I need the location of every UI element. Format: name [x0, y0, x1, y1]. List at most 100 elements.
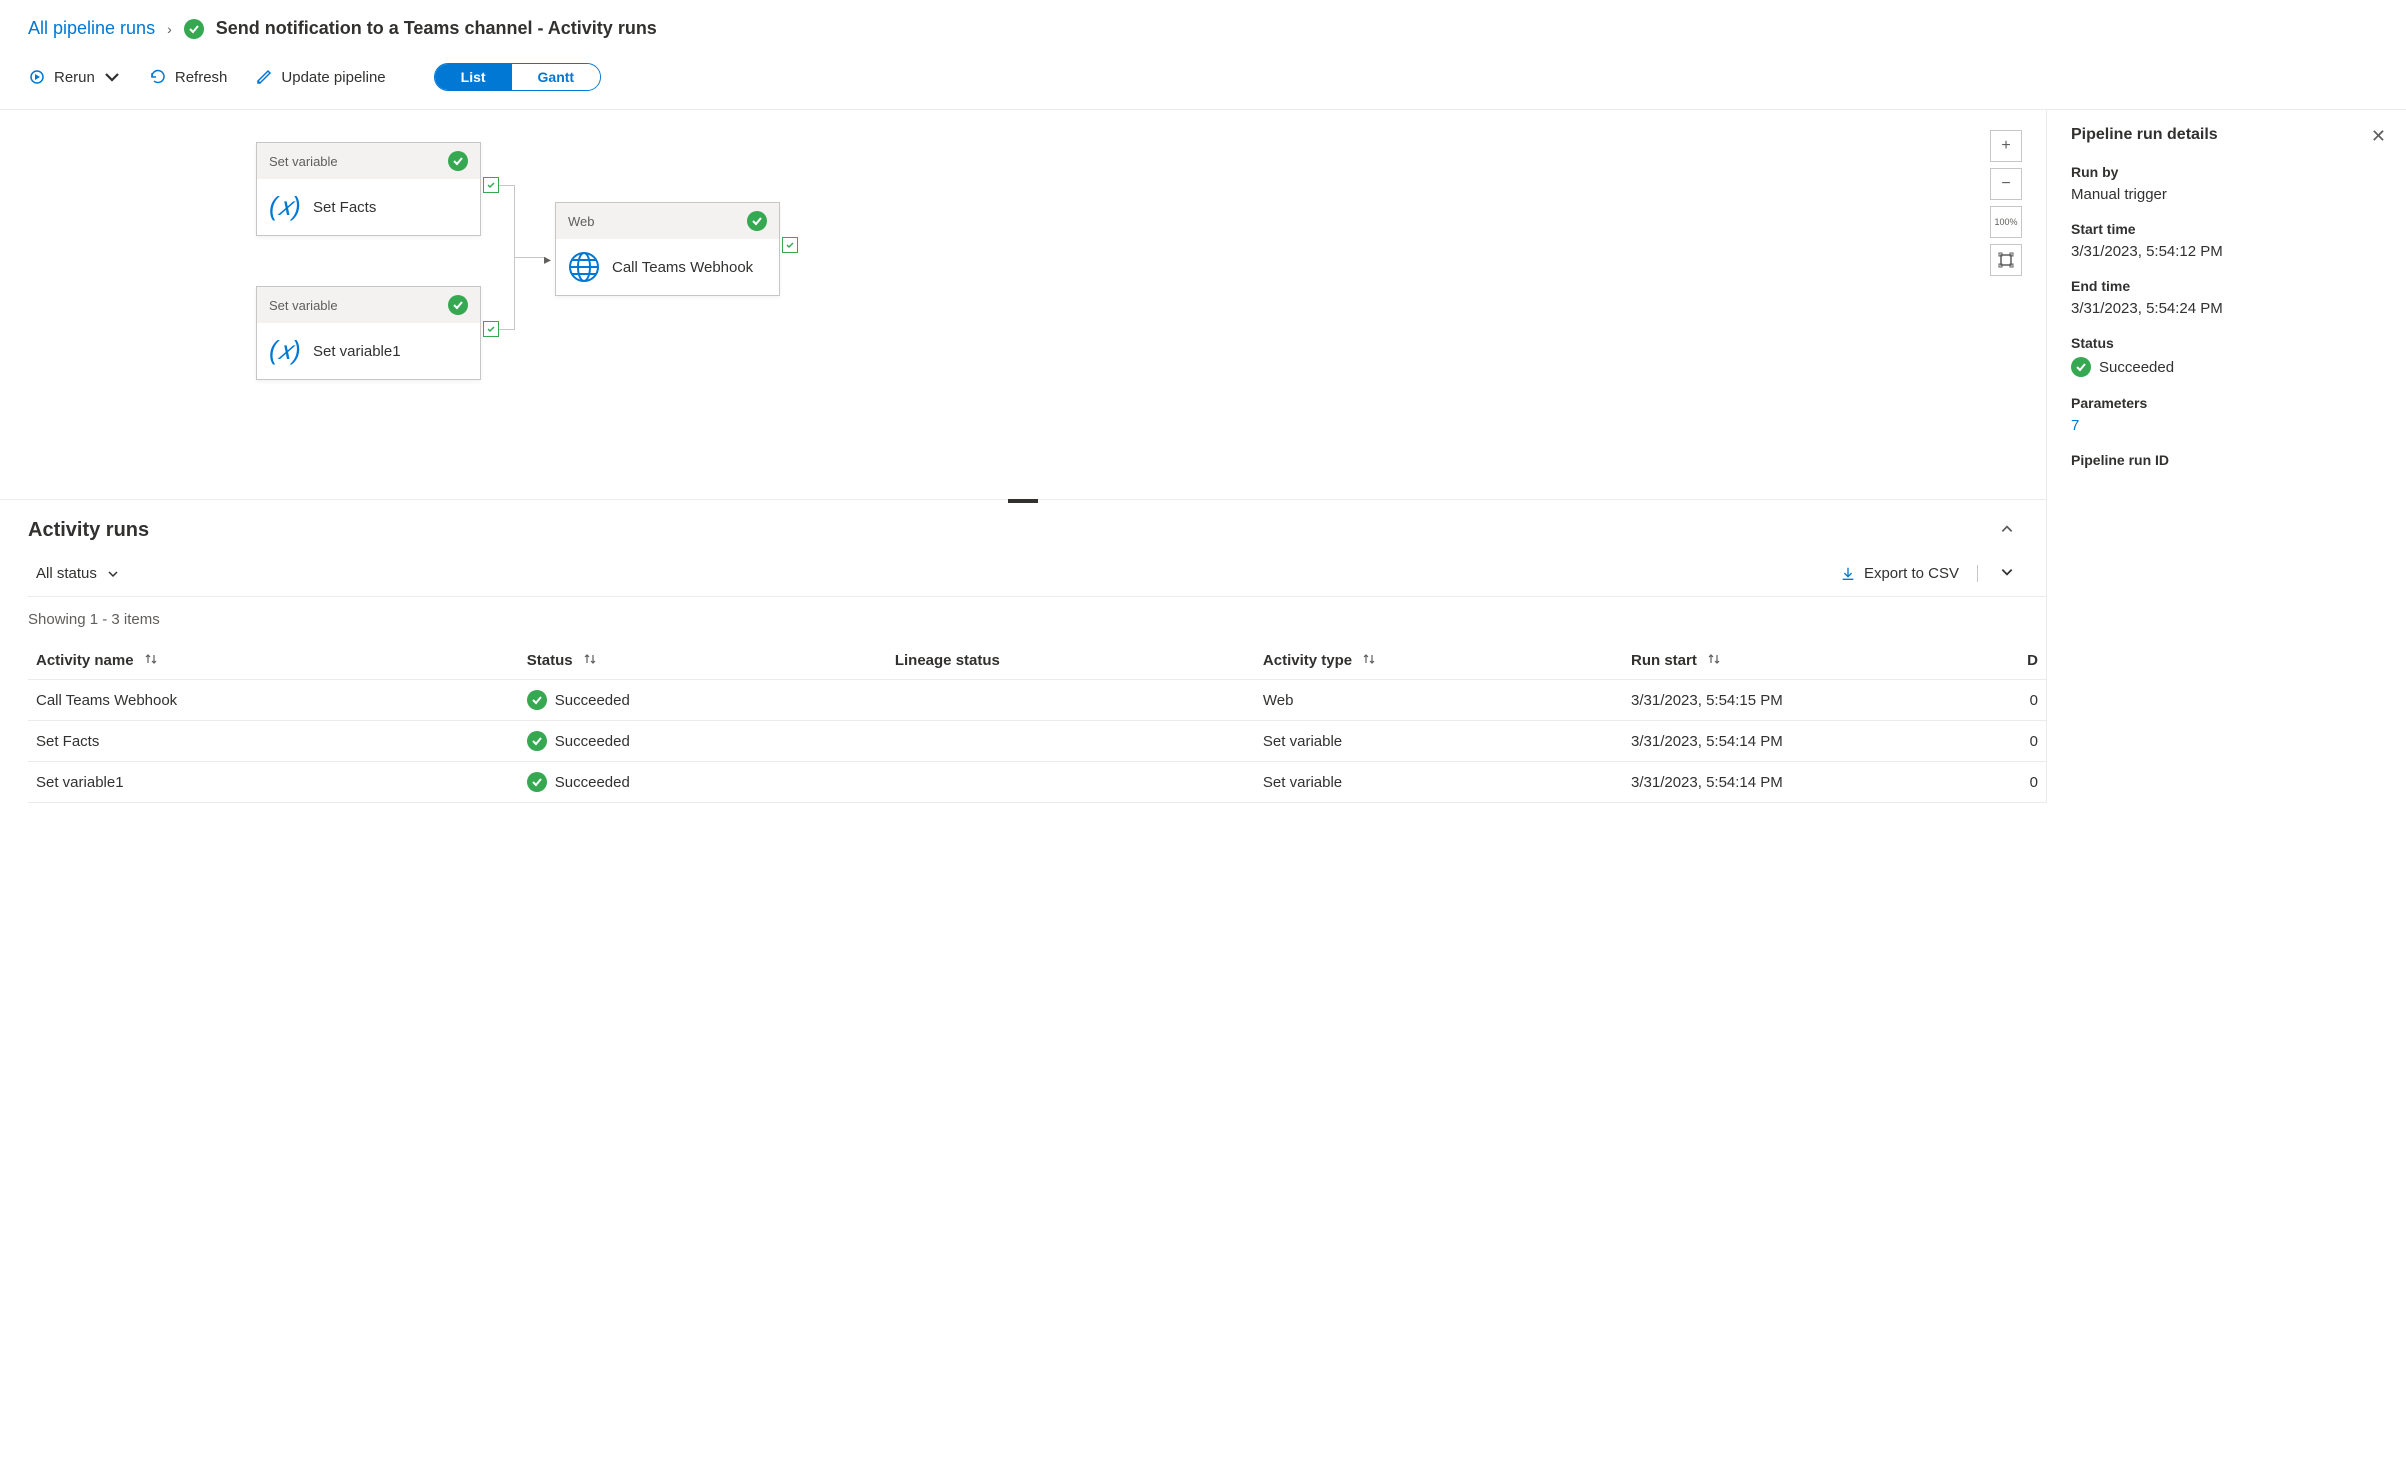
update-pipeline-button[interactable]: Update pipeline: [255, 68, 385, 86]
variable-icon: (𝑥): [269, 191, 301, 223]
refresh-label: Refresh: [175, 69, 228, 86]
activity-runs-table: Activity name Status Lineage status Acti…: [28, 642, 2046, 803]
refresh-button[interactable]: Refresh: [149, 68, 228, 86]
resize-handle[interactable]: [1008, 499, 1038, 503]
cell-run-start: 3/31/2023, 5:54:14 PM: [1623, 762, 1991, 803]
col-status[interactable]: Status: [519, 642, 887, 680]
pipeline-canvas[interactable]: Set variable (𝑥) Set Facts Set variable …: [0, 110, 2046, 500]
export-more-button[interactable]: [1996, 561, 2018, 586]
variable-icon: (𝑥): [269, 335, 301, 367]
breadcrumb: All pipeline runs › Send notification to…: [0, 0, 2406, 53]
node-type-label: Web: [568, 214, 595, 229]
parameters-label: Parameters: [2071, 395, 2382, 411]
endtime-label: End time: [2071, 278, 2382, 294]
view-list-button[interactable]: List: [435, 64, 512, 90]
cell-activity-name: Call Teams Webhook: [28, 680, 519, 721]
connector-check-icon: [483, 321, 499, 337]
export-label: Export to CSV: [1864, 565, 1959, 582]
zoom-controls: + − 100%: [1990, 130, 2022, 276]
node-type-label: Set variable: [269, 298, 338, 313]
col-activity-name[interactable]: Activity name: [28, 642, 519, 680]
connector-line: [499, 185, 514, 186]
cell-run-start: 3/31/2023, 5:54:15 PM: [1623, 680, 1991, 721]
cell-lineage: [887, 721, 1255, 762]
status-value: Succeeded: [2071, 357, 2382, 377]
cell-activity-type: Web: [1255, 680, 1623, 721]
endtime-value: 3/31/2023, 5:54:24 PM: [2071, 300, 2382, 317]
close-button[interactable]: ✕: [2371, 126, 2386, 147]
zoom-out-button[interactable]: −: [1990, 168, 2022, 200]
table-row[interactable]: Set FactsSucceeded Set variable3/31/2023,…: [28, 721, 2046, 762]
success-icon: [527, 690, 547, 710]
update-label: Update pipeline: [281, 69, 385, 86]
connector-line: [514, 257, 546, 258]
cell-duration: 0: [1991, 721, 2046, 762]
status-filter-button[interactable]: All status: [36, 565, 119, 582]
starttime-value: 3/31/2023, 5:54:12 PM: [2071, 243, 2382, 260]
breadcrumb-root-link[interactable]: All pipeline runs: [28, 18, 155, 39]
success-icon: [527, 731, 547, 751]
zoom-100-button[interactable]: 100%: [1990, 206, 2022, 238]
success-icon: [448, 151, 468, 171]
showing-count: Showing 1 - 3 items: [28, 597, 2046, 642]
node-name: Set variable1: [313, 343, 401, 360]
zoom-fit-button[interactable]: [1990, 244, 2022, 276]
success-icon: [527, 772, 547, 792]
cell-activity-type: Set variable: [1255, 721, 1623, 762]
sort-icon: [1362, 652, 1376, 669]
table-row[interactable]: Call Teams WebhookSucceeded Web3/31/2023,…: [28, 680, 2046, 721]
sort-icon: [583, 652, 597, 669]
node-type-label: Set variable: [269, 154, 338, 169]
status-label: Status: [2071, 335, 2382, 351]
cell-lineage: [887, 762, 1255, 803]
arrow-icon: ▸: [544, 251, 551, 268]
connector-line: [499, 329, 514, 330]
connector-check-icon: [782, 237, 798, 253]
activity-runs-title: Activity runs: [28, 519, 149, 542]
success-icon: [747, 211, 767, 231]
cell-activity-name: Set Facts: [28, 721, 519, 762]
col-run-start[interactable]: Run start: [1623, 642, 1991, 680]
runby-value: Manual trigger: [2071, 186, 2382, 203]
zoom-in-button[interactable]: +: [1990, 130, 2022, 162]
col-duration[interactable]: D: [1991, 642, 2046, 680]
cell-status: Succeeded: [519, 721, 887, 762]
node-header: Set variable: [257, 143, 480, 179]
globe-icon: [568, 251, 600, 283]
node-call-teams-webhook[interactable]: Web Call Teams Webhook: [555, 202, 780, 296]
rerun-icon: [28, 68, 46, 86]
node-set-variable1[interactable]: Set variable (𝑥) Set variable1: [256, 286, 481, 380]
rerun-button[interactable]: Rerun: [28, 68, 121, 86]
cell-activity-name: Set variable1: [28, 762, 519, 803]
activity-runs-section: Activity runs All status Export to CSV S…: [0, 500, 2046, 803]
success-icon: [184, 19, 204, 39]
details-title: Pipeline run details: [2071, 126, 2382, 144]
export-csv-button[interactable]: Export to CSV: [1840, 565, 1978, 582]
collapse-button[interactable]: [1996, 518, 2018, 543]
table-row[interactable]: Set variable1SucceededSet variable3/31/2…: [28, 762, 2046, 803]
node-header: Set variable: [257, 287, 480, 323]
pencil-icon: [255, 68, 273, 86]
col-activity-type[interactable]: Activity type: [1255, 642, 1623, 680]
parameters-link[interactable]: 7: [2071, 417, 2382, 434]
view-gantt-button[interactable]: Gantt: [512, 64, 601, 90]
sort-icon: [144, 652, 158, 669]
sort-icon: [1707, 652, 1721, 669]
col-lineage-status[interactable]: Lineage status: [887, 642, 1255, 680]
chevron-down-icon: [107, 568, 119, 580]
cell-run-start: 3/31/2023, 5:54:14 PM: [1623, 721, 1991, 762]
pipeline-run-details-panel: ✕ Pipeline run details Run by Manual tri…: [2046, 110, 2406, 803]
node-name: Set Facts: [313, 199, 376, 216]
cell-lineage: [887, 680, 1255, 721]
breadcrumb-separator: ›: [167, 21, 172, 37]
status-filter-label: All status: [36, 565, 97, 582]
cell-duration: 0: [1991, 762, 2046, 803]
view-toggle-group: List Gantt: [434, 63, 601, 91]
connector-check-icon: [483, 177, 499, 193]
success-icon: [448, 295, 468, 315]
download-icon: [1840, 566, 1856, 582]
runby-label: Run by: [2071, 164, 2382, 180]
node-set-facts[interactable]: Set variable (𝑥) Set Facts: [256, 142, 481, 236]
success-icon: [2071, 357, 2091, 377]
cell-status: Succeeded: [519, 680, 887, 721]
